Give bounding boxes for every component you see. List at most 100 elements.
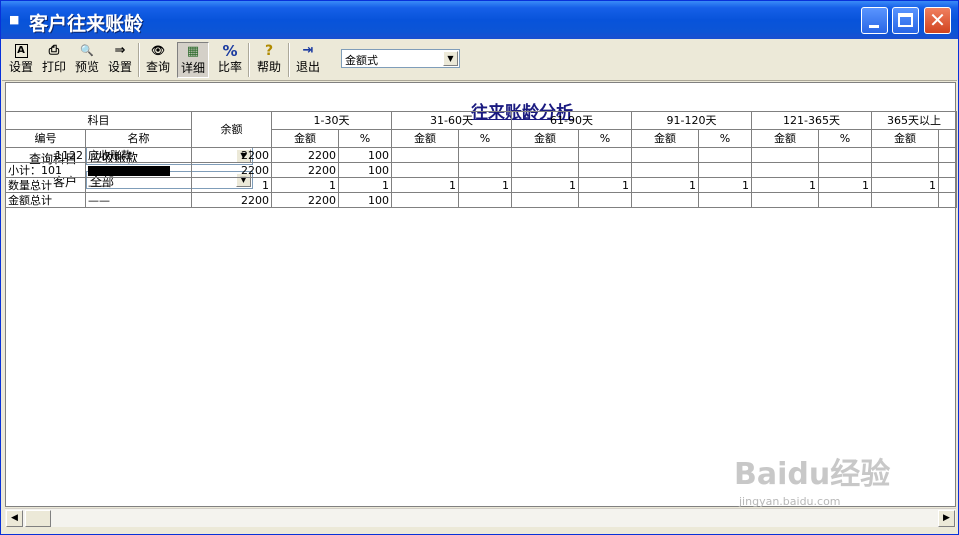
scroll-thumb[interactable] — [25, 510, 51, 527]
cell-percent: 100 — [338, 147, 392, 163]
cell-name: 应收账款 — [85, 147, 192, 163]
col-period: 61-90天 — [511, 111, 632, 130]
cell-amount — [751, 192, 819, 208]
cell-percent — [938, 192, 957, 208]
cell-amount — [391, 162, 459, 178]
watermark-url: jingyan.baidu.com — [739, 495, 841, 508]
detail-button[interactable]: ▦ 详细 — [177, 42, 209, 78]
cell-name: —— — [85, 192, 192, 208]
close-icon: ✕ — [929, 8, 946, 32]
table-row[interactable]: 小计：101 2200 2200 100 — [5, 162, 957, 178]
query-label: 查询 — [145, 60, 170, 74]
cell-percent — [938, 147, 957, 163]
preview-icon: 🔍 — [80, 44, 94, 57]
arrow-right-icon: ▶ — [943, 513, 950, 523]
title-bar[interactable]: ■ 客户往来账龄 ✕ — [1, 1, 958, 39]
print-button[interactable]: ⎙ 打印 — [38, 42, 70, 78]
cell-percent: 1 — [698, 177, 752, 193]
col-amount: 金额 — [751, 129, 819, 148]
cell-percent: 100 — [338, 192, 392, 208]
cell-percent: 1 — [458, 177, 512, 193]
cell-amount: 2200 — [271, 192, 339, 208]
maximize-icon — [898, 13, 913, 27]
cell-amount — [511, 147, 579, 163]
cell-name: —— — [85, 177, 192, 193]
cell-percent — [938, 162, 957, 178]
arrow-left-icon: ◀ — [11, 513, 18, 523]
cell-percent — [458, 192, 512, 208]
header-row-2: 编号 名称 金额 % 金额 % 金额 % 金额 % 金额 % 金额 — [5, 129, 957, 148]
detail-label: 详细 — [180, 61, 205, 75]
config-button[interactable]: ⇒ 设置 — [104, 42, 136, 78]
cell-percent — [818, 162, 872, 178]
table-row[interactable]: 数量总计 —— 1 1 1 1 1 1 1 1 1 1 1 1 — [5, 177, 957, 193]
binoculars-icon: 👁 — [151, 44, 165, 57]
scroll-left-button[interactable]: ◀ — [6, 510, 23, 527]
preview-label: 预览 — [74, 60, 99, 74]
cell-percent — [818, 147, 872, 163]
col-amount: 金额 — [511, 129, 579, 148]
toolbar-separator — [138, 43, 140, 77]
col-period: 365天以上 — [871, 111, 957, 130]
print-label: 打印 — [41, 60, 66, 74]
minimize-button[interactable] — [861, 7, 888, 34]
cell-code: 1122 — [5, 147, 86, 163]
chevron-down-icon[interactable]: ▼ — [443, 51, 458, 66]
toolbar-separator — [288, 43, 290, 77]
cell-percent — [578, 162, 632, 178]
scroll-right-button[interactable]: ▶ — [938, 510, 955, 527]
help-button[interactable]: ? 帮助 — [253, 42, 285, 78]
mode-select[interactable]: 金额式 ▼ — [341, 49, 460, 68]
watermark: Baidu经验 — [734, 457, 891, 492]
maximize-button[interactable] — [892, 7, 919, 34]
ratio-button[interactable]: % 比率 — [214, 42, 246, 78]
preview-button[interactable]: 🔍 预览 — [71, 42, 103, 78]
cell-balance: 2200 — [191, 192, 272, 208]
cell-balance: 2200 — [191, 147, 272, 163]
exit-button[interactable]: ⇥ 退出 — [292, 42, 324, 78]
col-amount: 金额 — [631, 129, 699, 148]
query-button[interactable]: 👁 查询 — [142, 42, 174, 78]
percent-icon: % — [222, 42, 238, 60]
cell-percent — [698, 192, 752, 208]
cell-amount — [631, 162, 699, 178]
cell-amount: 1 — [631, 177, 699, 193]
col-percent: % — [578, 129, 632, 148]
ratio-label: 比率 — [217, 60, 242, 74]
cell-percent: 1 — [578, 177, 632, 193]
col-percent — [938, 129, 957, 148]
col-amount: 金额 — [391, 129, 459, 148]
cell-amount: 1 — [511, 177, 579, 193]
setup-button[interactable]: A 设置 — [5, 42, 37, 78]
detail-icon: ▦ — [186, 44, 200, 59]
cell-amount — [871, 162, 939, 178]
exit-label: 退出 — [295, 60, 320, 74]
cell-amount: 1 — [751, 177, 819, 193]
cell-amount — [391, 192, 459, 208]
table-row[interactable]: 金额总计 —— 2200 2200 100 — [5, 192, 957, 208]
table-row[interactable]: 1122 应收账款 2200 2200 100 — [5, 147, 957, 163]
redacted-name — [88, 165, 170, 176]
help-label: 帮助 — [256, 60, 281, 74]
mode-select-value: 金额式 — [345, 54, 378, 67]
cell-code: 数量总计 — [5, 177, 86, 193]
cell-percent: 1 — [338, 177, 392, 193]
cell-amount — [391, 147, 459, 163]
toolbar: A 设置 ⎙ 打印 🔍 预览 ⇒ 设置 👁 查询 ▦ 详细 % 比率 ? 帮助 … — [2, 39, 957, 81]
close-button[interactable]: ✕ — [924, 7, 951, 34]
cell-percent — [818, 192, 872, 208]
cell-percent — [698, 162, 752, 178]
toolbar-separator — [248, 43, 250, 77]
app-icon: ■ — [9, 13, 20, 26]
col-name: 名称 — [85, 129, 192, 148]
col-code: 编号 — [5, 129, 86, 148]
cell-amount: 1 — [871, 177, 939, 193]
config-icon: ⇒ — [114, 43, 126, 58]
cell-percent — [458, 162, 512, 178]
horizontal-scrollbar[interactable]: ◀ ▶ — [5, 508, 956, 527]
col-period: 91-120天 — [631, 111, 752, 130]
col-percent: % — [698, 129, 752, 148]
config-label: 设置 — [107, 60, 132, 74]
cell-amount — [511, 162, 579, 178]
cell-amount: 2200 — [271, 162, 339, 178]
